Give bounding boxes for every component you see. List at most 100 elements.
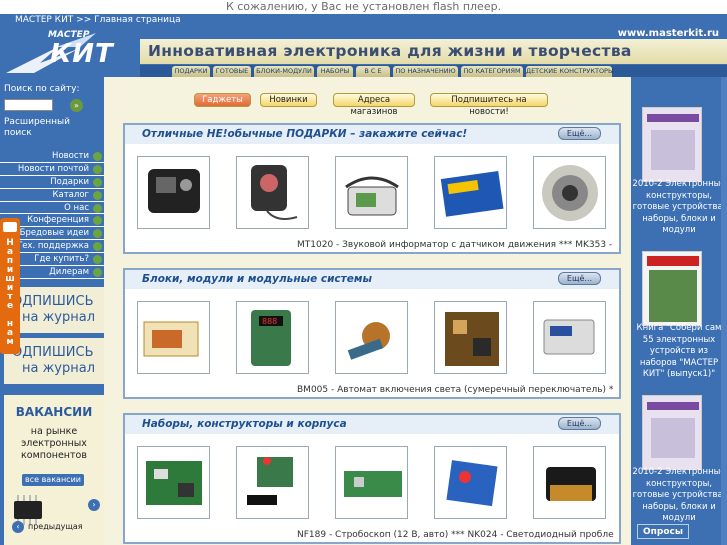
product-thumbnail[interactable]: 888 [236, 301, 309, 374]
main-content: Гаджеты Новинки Адреса магазинов Подпиши… [104, 77, 631, 545]
menu-item-catalog[interactable]: Каталог [0, 188, 104, 202]
product-thumbnail[interactable] [137, 301, 210, 374]
vacancies-text: на рынке электронных компонентов [21, 426, 87, 461]
product-thumbnail[interactable] [335, 446, 408, 519]
product-thumbnail[interactable] [137, 446, 210, 519]
product-thumbnail[interactable] [335, 301, 408, 374]
menu-item-label: Бредовые идеи [19, 228, 89, 239]
nav-tab-modules[interactable]: БЛОКИ-МОДУЛИ [254, 66, 314, 77]
arrow-right-icon [93, 190, 102, 200]
more-button[interactable]: Ещё... [558, 417, 601, 430]
arrow-right-icon [93, 229, 102, 239]
product-thumbnail[interactable] [533, 446, 606, 519]
product-caption[interactable]: BM005 - Автомат включения света (сумереч… [297, 384, 615, 396]
nav-tab-purpose[interactable]: ПО НАЗНАЧЕНИЮ [393, 66, 458, 77]
more-button[interactable]: Ещё... [558, 272, 601, 285]
menu-item-about[interactable]: О нас [0, 201, 104, 215]
site-url[interactable]: www.masterkit.ru [618, 28, 719, 39]
menu-item-label: Новости почтой [17, 163, 89, 174]
nav-tab-kits[interactable]: НАБОРЫ [317, 66, 353, 77]
nav-tabs: ПОДАРКИ ГОТОВЫЕ БЛОКИ-МОДУЛИ НАБОРЫ В С … [140, 65, 727, 77]
subscribe-line1: ОДПИШИСЬ [12, 294, 94, 309]
right-sidebar: 2010-2 Электронные конструкторы, готовые… [631, 77, 727, 545]
menu-item-news[interactable]: Новости [0, 150, 104, 163]
svg-text:888: 888 [262, 317, 277, 326]
search-label: Поиск по сайту: [4, 84, 80, 94]
nav-tab-ready[interactable]: ГОТОВЫЕ [213, 66, 251, 77]
arrow-right-icon [93, 268, 102, 278]
product-thumbnail[interactable] [137, 156, 210, 229]
vacancies-title: ВАКАНСИИ [15, 405, 93, 419]
book-cover[interactable] [642, 395, 702, 470]
next-arrow-icon[interactable]: › [88, 499, 100, 511]
arrow-right-icon [93, 203, 102, 213]
logo[interactable]: МАСТЕР КИТ [0, 27, 140, 77]
prev-arrow-icon[interactable]: ‹ [12, 521, 24, 533]
menu-item-label: Каталог [52, 189, 89, 200]
product-thumbnail[interactable] [434, 446, 507, 519]
product-thumbnail[interactable] [533, 156, 606, 229]
book-description[interactable]: 2010-2 Электронные конструкторы, готовые… [631, 179, 727, 237]
menu-item-label: Подарки [50, 176, 89, 187]
book-description[interactable]: 2010-2 Электронные конструкторы, готовые… [631, 467, 727, 525]
product-thumbnail[interactable] [236, 156, 309, 229]
arrow-right-icon [93, 164, 102, 174]
tab-new[interactable]: Новинки [260, 93, 317, 107]
flash-notice: К сожалению, у Вас не установлен flash п… [225, 0, 502, 13]
top-buttons: Гаджеты Новинки Адреса магазинов Подпиши… [104, 93, 631, 117]
prev-link[interactable]: предыдущая [28, 522, 83, 531]
subscribe-line1: ОДПИШИСЬ [12, 345, 94, 360]
more-button[interactable]: Ещё... [558, 127, 601, 140]
product-thumbnail[interactable] [236, 446, 309, 519]
menu-item-label: Тех. поддержка [17, 241, 89, 252]
slogan: Инновативная электроника для жизни и тво… [140, 39, 727, 64]
product-caption[interactable]: NF189 - Стробоскоп (12 В, авто) *** NK02… [297, 529, 615, 541]
arrow-right-icon [93, 216, 102, 226]
product-thumbnail[interactable] [434, 301, 507, 374]
nav-tab-kids[interactable]: ДЕТСКИЕ КОНСТРУКТОРЫ [526, 66, 614, 77]
section-modules: Блоки, модули и модульные системы Ещё...… [123, 268, 621, 399]
product-thumbnail[interactable] [434, 156, 507, 229]
polls-button[interactable]: Опросы [637, 524, 689, 539]
menu-item-label: Где купить? [34, 254, 89, 265]
search-go-button[interactable]: » [70, 99, 83, 112]
section-title[interactable]: Наборы, конструкторы и корпуса [125, 415, 619, 434]
search-input[interactable] [4, 99, 53, 111]
product-caption[interactable]: MT1020 - Звуковой информатор с датчиком … [297, 239, 615, 251]
breadcrumb: МАСТЕР КИТ >> Главная страница [0, 14, 727, 27]
book-cover[interactable] [642, 107, 702, 182]
arrow-right-icon [93, 242, 102, 252]
tab-subscribe-news[interactable]: Подпишитесь на новости! [430, 93, 548, 117]
menu-item-news-mail[interactable]: Новости почтой [0, 162, 104, 176]
all-vacancies-button[interactable]: все вакансии [22, 474, 84, 486]
book-description[interactable]: Книга "Собери сам 55 электронных устройс… [631, 323, 727, 381]
arrow-right-icon [93, 177, 102, 187]
breadcrumb-text[interactable]: МАСТЕР КИТ >> Главная страница [15, 15, 181, 25]
tab-gadgets[interactable]: Гаджеты [194, 93, 251, 107]
scrollbar[interactable] [721, 77, 727, 545]
section-kits: Наборы, конструкторы и корпуса Ещё... NF… [123, 413, 621, 544]
envelope-icon [3, 222, 17, 232]
tab-shop-addresses[interactable]: Адреса магазинов [333, 93, 415, 117]
nav-tab-categories[interactable]: ПО КАТЕГОРИЯМ [461, 66, 523, 77]
section-title[interactable]: Блоки, модули и модульные системы [125, 270, 619, 289]
subscribe-line2: на журнал [22, 361, 96, 376]
menu-item-label: Новости [52, 151, 89, 161]
section-gifts: Отличные НЕ!обычные ПОДАРКИ – закажите с… [123, 123, 621, 254]
arrow-right-icon [93, 152, 102, 161]
vacancies-banner: ВАКАНСИИ на рынке электронных компоненто… [4, 395, 104, 545]
chip-icon [14, 495, 42, 525]
subscribe-line2: на журнал [22, 310, 96, 325]
product-thumbnail[interactable] [335, 156, 408, 229]
section-title[interactable]: Отличные НЕ!обычные ПОДАРКИ – закажите с… [125, 125, 619, 144]
product-thumbnail[interactable] [533, 301, 606, 374]
nav-tab-gifts[interactable]: ПОДАРКИ [172, 66, 210, 77]
write-us-tab[interactable]: Напишите нам [0, 218, 20, 354]
arrow-right-icon [93, 255, 102, 265]
menu-item-label: Конференция [27, 215, 89, 226]
menu-item-gifts[interactable]: Подарки [0, 175, 104, 189]
book-cover[interactable] [642, 251, 702, 326]
nav-tab-all[interactable]: В С Е [356, 66, 390, 77]
advanced-search-link[interactable]: Расширенный поиск [4, 117, 70, 139]
menu-item-label: О нас [64, 202, 89, 213]
